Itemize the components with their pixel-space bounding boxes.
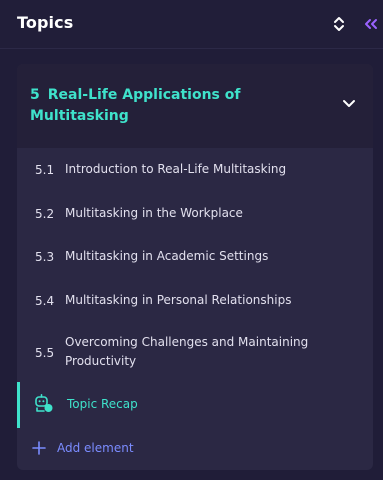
robot-chat-icon — [35, 394, 53, 412]
topic-recap-label: Topic Recap — [67, 397, 138, 411]
topic-recap-item[interactable]: Topic Recap — [17, 382, 373, 428]
add-element-label: Add element — [57, 441, 134, 455]
topics-sidebar: Topics 5 Real-Life Applications of Multit… — [0, 0, 383, 480]
double-chevron-left-icon — [365, 19, 377, 29]
topic-label: Multitasking in Personal Relationships — [65, 293, 292, 307]
section-header[interactable]: 5 Real-Life Applications of Multitasking — [17, 64, 373, 148]
topic-item-5-4[interactable]: 5.4 Multitasking in Personal Relationshi… — [17, 289, 373, 315]
topic-label: Overcoming Challenges and Maintaining Pr… — [65, 335, 309, 368]
topic-item-5-5[interactable]: 5.5 Overcoming Challenges and Maintainin… — [17, 332, 373, 376]
topic-number: 5.2 — [35, 207, 55, 221]
topic-number: 5.4 — [35, 294, 55, 308]
up-down-chevrons-icon — [334, 17, 344, 31]
topic-number: 5.5 — [35, 346, 55, 360]
section-title: 5 Real-Life Applications of Multitasking — [30, 85, 300, 127]
topic-number: 5.1 — [35, 163, 55, 177]
topic-label: Multitasking in Academic Settings — [65, 249, 269, 263]
topic-item-5-3[interactable]: 5.3 Multitasking in Academic Settings — [17, 245, 373, 271]
active-indicator — [17, 382, 20, 428]
section-title-text: Real-Life Applications of Multitasking — [30, 87, 241, 124]
topic-item-5-1[interactable]: 5.1 Introduction to Real-Life Multitaski… — [17, 158, 373, 184]
add-element-button[interactable]: Add element — [17, 436, 197, 462]
chevron-down-icon[interactable] — [342, 99, 356, 109]
sort-button[interactable] — [330, 14, 348, 34]
topics-header: Topics — [0, 0, 383, 49]
section-number: 5 — [30, 87, 40, 103]
topic-label: Multitasking in the Workplace — [65, 206, 243, 220]
topic-label: Introduction to Real-Life Multitasking — [65, 162, 287, 176]
topic-number: 5.3 — [35, 250, 55, 264]
topic-item-5-2[interactable]: 5.2 Multitasking in the Workplace — [17, 202, 373, 228]
topics-title: Topics — [17, 13, 74, 32]
section-panel: 5 Real-Life Applications of Multitasking … — [17, 64, 373, 470]
plus-icon — [32, 441, 46, 455]
collapse-sidebar-button[interactable] — [362, 14, 380, 34]
